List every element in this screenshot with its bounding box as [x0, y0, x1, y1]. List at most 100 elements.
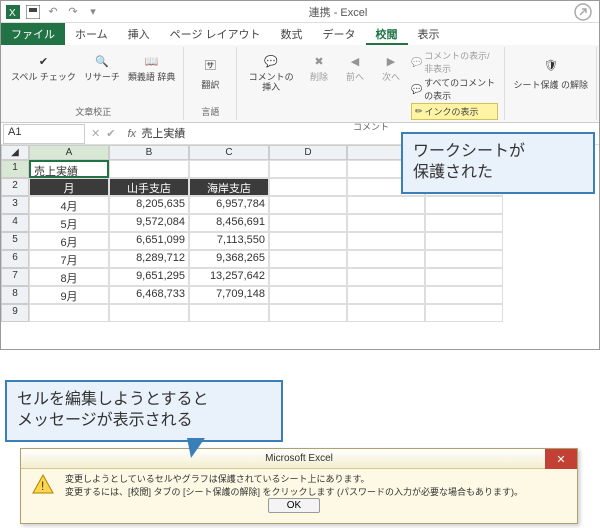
cell[interactable]	[347, 268, 425, 286]
cell-a3[interactable]: 4月	[29, 196, 109, 214]
cell[interactable]	[269, 250, 347, 268]
cell-c4[interactable]: 8,456,691	[189, 214, 269, 232]
qat-more-icon[interactable]: ▾	[85, 4, 101, 20]
cell-a7[interactable]: 8月	[29, 268, 109, 286]
share-icon[interactable]	[571, 0, 595, 24]
row-header-6[interactable]: 6	[1, 250, 29, 268]
cell-b3[interactable]: 8,205,635	[109, 196, 189, 214]
cell[interactable]	[109, 304, 189, 322]
cell[interactable]	[269, 304, 347, 322]
tab-formulas[interactable]: 数式	[271, 23, 313, 45]
cell[interactable]	[109, 160, 189, 178]
name-box[interactable]: A1	[3, 124, 85, 144]
translate-button[interactable]: 🈂翻訳	[190, 49, 230, 93]
fx-icon[interactable]: fx	[121, 128, 137, 140]
spellcheck-button[interactable]: ✔スペル チェック	[9, 49, 78, 85]
redo-icon[interactable]: ↷	[65, 4, 81, 20]
cell[interactable]	[425, 196, 503, 214]
next-comment-button[interactable]: ▶次へ	[375, 49, 407, 85]
cell[interactable]	[425, 304, 503, 322]
tab-review[interactable]: 校閲	[366, 23, 408, 45]
row-header-1[interactable]: 1	[1, 160, 29, 178]
thesaurus-button[interactable]: 📖類義語 辞典	[126, 49, 178, 85]
row-header-4[interactable]: 4	[1, 214, 29, 232]
cell[interactable]	[347, 232, 425, 250]
prev-comment-button[interactable]: ◀前へ	[339, 49, 371, 85]
row-header-2[interactable]: 2	[1, 178, 29, 196]
cell-b5[interactable]: 6,651,099	[109, 232, 189, 250]
tab-home[interactable]: ホーム	[65, 23, 118, 45]
cell[interactable]	[425, 268, 503, 286]
show-all-comments[interactable]: 💬すべてのコメントの表示	[411, 76, 499, 102]
cell-b6[interactable]: 8,289,712	[109, 250, 189, 268]
tab-pagelayout[interactable]: ページ レイアウト	[160, 23, 271, 45]
show-ink[interactable]: ✏インクの表示	[411, 103, 499, 120]
cell[interactable]	[269, 178, 347, 196]
cell[interactable]	[189, 304, 269, 322]
cell-a5[interactable]: 6月	[29, 232, 109, 250]
cell-c2[interactable]: 海岸支店	[189, 178, 269, 196]
tab-file[interactable]: ファイル	[1, 23, 65, 45]
cell-b4[interactable]: 9,572,084	[109, 214, 189, 232]
col-header-a[interactable]: A	[29, 145, 109, 160]
new-comment-button[interactable]: 💬コメントの 挿入	[243, 49, 299, 95]
close-button[interactable]: ✕	[545, 449, 577, 469]
save-icon[interactable]	[25, 4, 41, 20]
tab-view[interactable]: 表示	[408, 23, 450, 45]
cell-c6[interactable]: 9,368,265	[189, 250, 269, 268]
cell[interactable]	[347, 250, 425, 268]
cell[interactable]	[347, 286, 425, 304]
cell-c8[interactable]: 7,709,148	[189, 286, 269, 304]
cell[interactable]	[347, 304, 425, 322]
col-header-d[interactable]: D	[269, 145, 347, 160]
cell[interactable]	[347, 196, 425, 214]
row-header-3[interactable]: 3	[1, 196, 29, 214]
row-header-8[interactable]: 8	[1, 286, 29, 304]
cell[interactable]	[425, 214, 503, 232]
cell-c3[interactable]: 6,957,784	[189, 196, 269, 214]
row-header-9[interactable]: 9	[1, 304, 29, 322]
col-header-c[interactable]: C	[189, 145, 269, 160]
ok-button[interactable]: OK	[268, 498, 320, 513]
unprotect-icon: 🛡	[537, 51, 565, 79]
cell-a6[interactable]: 7月	[29, 250, 109, 268]
cell-b7[interactable]: 9,651,295	[109, 268, 189, 286]
cell[interactable]	[347, 214, 425, 232]
cell-a4[interactable]: 5月	[29, 214, 109, 232]
cell[interactable]	[425, 250, 503, 268]
cell-c5[interactable]: 7,113,550	[189, 232, 269, 250]
cell[interactable]	[269, 196, 347, 214]
cell[interactable]	[29, 304, 109, 322]
cell-b8[interactable]: 6,468,733	[109, 286, 189, 304]
callout-message: セルを編集しようとすると メッセージが表示される	[5, 380, 283, 442]
undo-icon[interactable]: ↶	[45, 4, 61, 20]
cell-a2[interactable]: 月	[29, 178, 109, 196]
svg-text:!: !	[41, 479, 44, 493]
cell-a8[interactable]: 9月	[29, 286, 109, 304]
cell-c7[interactable]: 13,257,642	[189, 268, 269, 286]
cell[interactable]	[269, 286, 347, 304]
cell[interactable]	[269, 268, 347, 286]
row-header-7[interactable]: 7	[1, 268, 29, 286]
research-button[interactable]: 🔍リサーチ	[82, 49, 122, 85]
tab-data[interactable]: データ	[313, 23, 366, 45]
col-header-b[interactable]: B	[109, 145, 189, 160]
tab-insert[interactable]: 挿入	[118, 23, 160, 45]
titlebar: X ↶ ↷ ▾ 連携 - Excel	[1, 1, 599, 23]
ribbon: ✔スペル チェック 🔍リサーチ 📖類義語 辞典 文章校正 🈂翻訳 言語 💬コメン…	[1, 45, 599, 123]
delete-comment-button[interactable]: ✖削除	[303, 49, 335, 85]
cell[interactable]	[425, 286, 503, 304]
dialog-titlebar[interactable]: Microsoft Excel ✕	[21, 449, 577, 469]
cell[interactable]	[269, 232, 347, 250]
show-hide-comment[interactable]: 💬コメントの表示/非表示	[411, 49, 499, 75]
group-proofing: ✔スペル チェック 🔍リサーチ 📖類義語 辞典 文章校正	[3, 47, 184, 120]
select-all-corner[interactable]: ◢	[1, 145, 29, 160]
unprotect-sheet-button[interactable]: 🛡シート保護 の解除	[511, 49, 590, 93]
cell[interactable]	[189, 160, 269, 178]
cell[interactable]	[269, 214, 347, 232]
row-header-5[interactable]: 5	[1, 232, 29, 250]
cell-b2[interactable]: 山手支店	[109, 178, 189, 196]
cell[interactable]	[425, 232, 503, 250]
cell-a1[interactable]: 売上実績	[29, 160, 109, 178]
cell[interactable]	[269, 160, 347, 178]
